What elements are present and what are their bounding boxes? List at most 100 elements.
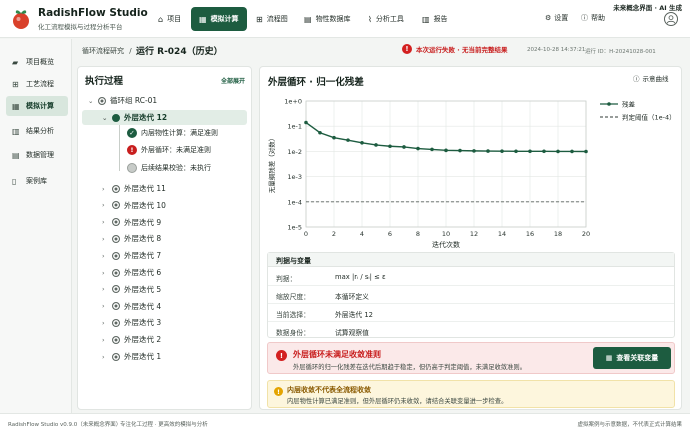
x-tick-label: 4: [360, 230, 364, 238]
chevron-right-icon: ›: [102, 302, 105, 311]
settings-button[interactable]: ⚙ 设置: [545, 13, 568, 23]
error-icon: !: [127, 145, 137, 155]
chevron-right-icon: ›: [102, 285, 105, 294]
breadcrumb[interactable]: 循环流程研究 /: [82, 46, 132, 56]
error-icon: !: [276, 350, 287, 361]
nav-item-report[interactable]: ▥ 报告: [414, 7, 456, 31]
sidebar-item-overview[interactable]: ▰ 项目概览: [6, 52, 68, 72]
identity-row: 数据身份： 试算观察值: [276, 329, 369, 337]
iteration-icon: [112, 234, 120, 243]
tree-node-iteration[interactable]: › 外层迭代 5: [102, 284, 161, 295]
tree-node-iteration[interactable]: › 外层迭代 6: [102, 267, 161, 278]
chevron-down-icon: ⌄: [88, 96, 94, 105]
app-subtitle: 化工流程模拟与过程分析平台: [38, 23, 123, 31]
app-title: RadishFlow Studio: [38, 7, 148, 19]
error-icon: !: [402, 44, 412, 54]
tree-node-iteration[interactable]: › 外层迭代 8: [102, 233, 161, 244]
iteration-label: 外层迭代 3: [124, 318, 162, 328]
chevron-down-icon: ⌄: [102, 113, 108, 122]
chevron-right-icon: ›: [102, 318, 105, 327]
x-tick-label: 18: [554, 230, 562, 238]
tree-node-iteration[interactable]: › 外层迭代 9: [102, 217, 161, 228]
warning-icon: !: [274, 387, 283, 396]
tree-connector: [119, 125, 120, 171]
nav-item-flowsheet[interactable]: ⊞ 流程图: [248, 7, 296, 31]
residual-point: [430, 147, 434, 152]
selection-row: 当前选择： 外层迭代 12: [268, 304, 674, 322]
residual-point: [472, 149, 476, 153]
page-title: 运行 R-024（历史）: [136, 47, 223, 57]
iteration-label: 外层迭代 1: [124, 352, 162, 361]
residual-point: [374, 143, 378, 147]
tree-node-iteration[interactable]: › 外层迭代 7: [102, 250, 161, 261]
x-tick-label: 8: [416, 230, 420, 238]
residual-point: [458, 148, 462, 153]
sidebar-item-simulation[interactable]: ▦ 模拟计算: [6, 96, 68, 116]
view-related-variables-button[interactable]: ▦ 查看关联变量: [593, 347, 671, 369]
tree-node-root[interactable]: ⌄ 循环组 RC-01: [88, 95, 157, 106]
chevron-right-icon: ›: [102, 201, 105, 210]
check-item-outer[interactable]: ! 外层循环：未满足准则: [127, 145, 211, 155]
check-item-inner[interactable]: ✓ 内层物性计算：满足准则: [127, 128, 218, 138]
residual-point: [500, 149, 504, 153]
tree-node-iteration[interactable]: › 外层迭代 11: [102, 183, 166, 194]
residual-point: [360, 140, 364, 145]
x-tick-label: 14: [498, 230, 506, 238]
footer-tagline: 专注化工过程 · 更高效的模拟与分析: [120, 422, 208, 428]
tree-node-iteration[interactable]: › 外层迭代 1: [102, 351, 161, 362]
footer-disclaimer: 虚拟案例与示意数据，不代表正式计算结果: [577, 422, 682, 428]
run-timestamp: 2024-10-28 14:37:21: [527, 47, 586, 53]
iteration-label: 外层迭代 4: [124, 301, 162, 311]
chevron-right-icon: ›: [102, 218, 105, 227]
x-tick-label: 16: [526, 230, 534, 238]
sidebar-item-data[interactable]: ▤ 数据管理: [6, 145, 68, 165]
iteration-icon: [112, 218, 120, 227]
tree-node-iteration[interactable]: › 外层迭代 10: [102, 200, 166, 211]
footer-version: RadishFlow Studio v0.9.0（未来概念界面）: [8, 422, 122, 428]
legend-toggle-button[interactable]: ⓘ 示意曲线: [633, 73, 669, 83]
iteration-icon: [112, 318, 120, 327]
folder-icon: ▰: [12, 57, 19, 67]
residual-point: [346, 138, 350, 142]
x-tick-label: 6: [388, 230, 392, 238]
user-avatar-icon[interactable]: [664, 12, 678, 26]
criteria-title: 判据与变量: [268, 253, 674, 267]
tree-node-iteration[interactable]: › 外层迭代 3: [102, 317, 161, 328]
nav-item-simulation[interactable]: ▦ 模拟计算: [191, 7, 247, 31]
y-tick-label: 1e-5: [287, 224, 302, 232]
process-icon: ⊞: [12, 79, 19, 89]
tree-node-current[interactable]: ⌄ 外层迭代 12: [102, 112, 167, 123]
residual-point: [584, 149, 588, 154]
iteration-icon: [112, 285, 120, 294]
database-icon: ▤: [304, 14, 312, 24]
expand-all-button[interactable]: 全部展开: [221, 76, 245, 85]
residual-point: [528, 149, 532, 154]
info-icon: ⓘ: [633, 75, 640, 83]
flow-icon: ⊞: [256, 14, 263, 24]
residual-point: [570, 149, 574, 154]
chevron-right-icon: ›: [102, 335, 105, 344]
tree-node-iteration[interactable]: › 外层迭代 4: [102, 301, 161, 312]
y-tick-label: 1e-1: [287, 123, 302, 131]
iteration-icon: [112, 352, 120, 361]
residual-point: [444, 148, 448, 153]
report-icon: ▥: [422, 14, 430, 24]
help-button[interactable]: ⓘ 帮助: [581, 13, 605, 23]
help-icon: ⓘ: [581, 14, 588, 22]
database-icon: ▤: [12, 150, 20, 160]
nav-item-projects[interactable]: ⌂ 项目: [150, 7, 189, 31]
table-icon: ▦: [605, 354, 613, 362]
residual-point: [318, 130, 322, 135]
residual-point: [514, 149, 518, 154]
sidebar-item-cases[interactable]: ▯ 案例库: [6, 171, 68, 191]
iteration-icon: [112, 268, 120, 277]
iteration-icon: [112, 302, 120, 311]
tree-node-iteration[interactable]: › 外层迭代 2: [102, 334, 161, 345]
nav-item-property-db[interactable]: ▤ 物性数据库: [296, 7, 359, 31]
sidebar-item-process[interactable]: ⊞ 工艺流程: [6, 74, 68, 94]
check-item-post[interactable]: 后续结果校验：未执行: [127, 163, 211, 173]
y-axis-label: 无量纲残差（对数）: [267, 135, 276, 194]
iteration-label: 外层迭代 9: [124, 217, 162, 227]
sidebar-item-results[interactable]: ▥ 结果分析: [6, 121, 68, 141]
nav-item-analysis[interactable]: ⌇ 分析工具: [360, 7, 412, 31]
